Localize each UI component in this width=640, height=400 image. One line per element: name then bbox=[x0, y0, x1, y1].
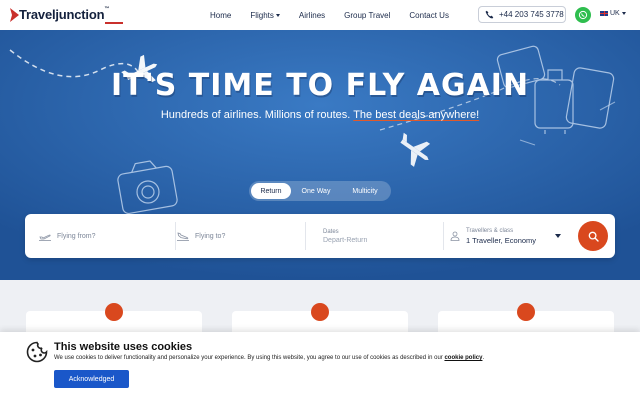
tab-one-way[interactable]: One Way bbox=[291, 183, 341, 199]
person-icon bbox=[450, 231, 460, 241]
travellers-field[interactable]: Travellers & class 1 Traveller, Economy bbox=[450, 214, 570, 258]
phone-icon bbox=[485, 10, 494, 19]
logo-text: Traveljunction bbox=[19, 7, 105, 22]
phone-number: +44 203 745 3778 bbox=[499, 10, 564, 19]
landing-icon bbox=[177, 231, 189, 241]
hero-subtitle-highlight: The best deals anywhere! bbox=[353, 109, 480, 121]
flight-search-form: Flying from? Flying to? Dates Depart-Ret… bbox=[25, 214, 615, 258]
dates-placeholder: Depart-Return bbox=[323, 236, 368, 244]
cookie-text: We use cookies to deliver functionality … bbox=[54, 355, 443, 361]
flying-from-placeholder: Flying from? bbox=[57, 232, 96, 240]
locale-selector[interactable]: UK bbox=[600, 10, 626, 17]
field-divider bbox=[175, 222, 176, 250]
whatsapp-icon[interactable] bbox=[575, 7, 591, 23]
nav-flights-label: Flights bbox=[250, 10, 274, 20]
phone-button[interactable]: +44 203 745 3778 bbox=[478, 6, 566, 23]
flying-to-field[interactable]: Flying to? bbox=[177, 214, 299, 258]
nav-flights[interactable]: Flights bbox=[250, 11, 280, 20]
cookie-title: This website uses cookies bbox=[54, 341, 193, 353]
flag-icon bbox=[600, 11, 608, 16]
site-logo[interactable]: Traveljunction ™ bbox=[10, 6, 123, 26]
cookie-text-end: . bbox=[482, 355, 485, 361]
dates-field[interactable]: Dates Depart-Return bbox=[323, 214, 443, 258]
whatsapp-glyph-icon bbox=[578, 10, 588, 20]
search-icon bbox=[588, 231, 599, 242]
logo-trademark: ™ bbox=[104, 6, 110, 12]
flying-to-placeholder: Flying to? bbox=[195, 232, 226, 240]
cookie-icon bbox=[26, 341, 48, 363]
cookie-banner: This website uses cookies We use cookies… bbox=[0, 332, 640, 400]
chevron-down-icon bbox=[275, 13, 280, 17]
hero-banner: IT'S TIME TO FLY AGAIN Hundreds of airli… bbox=[0, 30, 640, 280]
nav-home[interactable]: Home bbox=[210, 11, 231, 20]
field-divider bbox=[305, 222, 306, 250]
travellers-summary: Travellers & class 1 Traveller, Economy bbox=[466, 228, 536, 245]
hero-subtitle: Hundreds of airlines. Millions of routes… bbox=[0, 109, 640, 121]
main-nav: Home Flights Airlines Group Travel Conta… bbox=[210, 0, 468, 30]
hero-subtitle-plain: Hundreds of airlines. Millions of routes… bbox=[160, 109, 351, 121]
field-divider bbox=[443, 222, 444, 250]
site-header: Traveljunction ™ Home Flights Airlines G… bbox=[0, 0, 640, 30]
nav-airlines[interactable]: Airlines bbox=[299, 11, 325, 20]
acknowledge-button[interactable]: Acknowledged bbox=[54, 370, 129, 388]
tab-return[interactable]: Return bbox=[251, 183, 291, 199]
chevron-down-icon[interactable] bbox=[555, 234, 561, 238]
nav-group-travel[interactable]: Group Travel bbox=[344, 11, 390, 20]
feature-icon bbox=[517, 303, 535, 321]
nav-contact-us[interactable]: Contact Us bbox=[409, 11, 449, 20]
hero-title: IT'S TIME TO FLY AGAIN bbox=[110, 68, 530, 103]
locale-label: UK bbox=[610, 10, 620, 17]
logo-arrow-icon bbox=[10, 8, 19, 22]
search-button[interactable] bbox=[578, 221, 608, 251]
trip-type-tabs: Return One Way Multicity bbox=[249, 181, 391, 201]
tab-multicity[interactable]: Multicity bbox=[341, 183, 389, 199]
feature-icon bbox=[311, 303, 329, 321]
feature-icon bbox=[105, 303, 123, 321]
chevron-down-icon bbox=[621, 12, 626, 15]
travellers-value: 1 Traveller, Economy bbox=[466, 235, 537, 245]
takeoff-icon bbox=[39, 234, 51, 241]
logo-underline bbox=[105, 22, 123, 24]
flying-from-field[interactable]: Flying from? bbox=[39, 214, 174, 258]
dates-label: Dates bbox=[323, 228, 339, 235]
cookie-policy-link[interactable]: cookie policy bbox=[444, 355, 482, 361]
cookie-description: We use cookies to deliver functionality … bbox=[54, 355, 484, 361]
travellers-label: Travellers & class bbox=[466, 227, 514, 234]
